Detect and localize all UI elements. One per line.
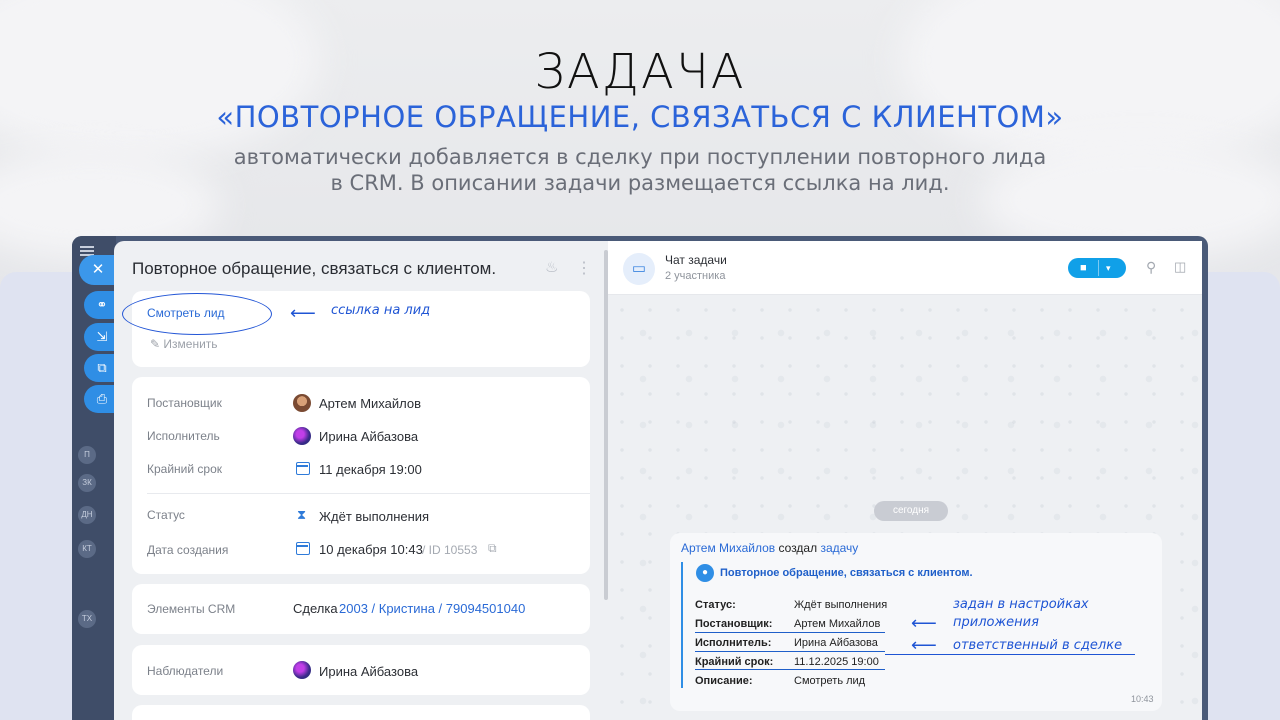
hourglass-icon: ⧗	[297, 507, 307, 522]
creator-value[interactable]: Артем Михайлов	[319, 396, 421, 411]
card-title[interactable]: Повторное обращение, связаться с клиенто…	[720, 567, 973, 579]
row-key: Постановщик:	[695, 618, 773, 630]
row-value: Смотреть лид	[794, 675, 866, 687]
deadline-label: Крайний срок	[147, 462, 223, 476]
chevron-down-icon: ▾	[1106, 263, 1111, 273]
calendar-edit-icon	[296, 542, 310, 555]
deadline-value[interactable]: 11 декабря 19:00	[319, 462, 422, 477]
message-task-link[interactable]: задачу	[820, 541, 858, 555]
crm-deal-link[interactable]: 2003 / Кристина / 79094501040	[339, 601, 525, 616]
more-icon[interactable]: ⋮	[576, 258, 592, 278]
row-value: Артем Михайлов	[794, 618, 881, 630]
pencil-icon: ✎	[150, 337, 164, 351]
more-box	[132, 705, 590, 720]
quote-bar	[681, 562, 683, 688]
divider	[147, 493, 590, 494]
arrow-icon: ⟵	[911, 635, 937, 655]
hero-description-line1: автоматически добавляется в сделку при п…	[233, 145, 1047, 169]
observers-label: Наблюдатели	[147, 664, 224, 678]
row-key: Статус:	[695, 599, 736, 611]
hero-description-line2: в CRM. В описании задачи размещается ссы…	[330, 171, 950, 195]
link-icon: ⚭	[96, 297, 108, 312]
status-value: Ждёт выполнения	[319, 509, 430, 524]
avatar	[293, 661, 311, 679]
task-id: / ID 10553	[422, 543, 478, 557]
status-label: Статус	[147, 508, 185, 522]
message-author[interactable]: Артем Михайлов	[681, 541, 775, 555]
calendar-icon	[296, 462, 310, 475]
crm-prefix: Сделка	[293, 601, 338, 616]
annotation-settings-1: задан в настройках	[953, 597, 1089, 612]
assignee-label: Исполнитель	[147, 429, 220, 443]
crm-label: Элементы CRM	[147, 602, 236, 616]
video-camera-icon: ■	[1080, 262, 1087, 274]
chat-title: Чат задачи	[665, 253, 727, 267]
chat-participants[interactable]: 2 участника	[665, 270, 725, 282]
download-icon: ⇲	[96, 329, 108, 344]
message-header: Артем Михайлов создал задачу	[681, 541, 858, 555]
underline	[695, 632, 885, 633]
row-key: Описание:	[695, 675, 753, 687]
arrow-icon: ⟵	[290, 303, 316, 323]
lead-highlight-ellipse	[122, 293, 272, 335]
message-action: создал	[778, 541, 818, 555]
print-icon: ⎙	[96, 391, 108, 406]
row-value: 11.12.2025 19:00	[794, 656, 879, 668]
close-button[interactable]: ✕	[79, 255, 117, 285]
row-key: Крайний срок:	[695, 656, 774, 668]
message-time: 10:43	[1131, 694, 1154, 704]
annotation-responsible: ответственный в сделке	[953, 638, 1123, 653]
sidebar-toggle-icon[interactable]: ◫	[1174, 259, 1186, 275]
copy-icon[interactable]: ⧉	[488, 541, 497, 556]
task-title: Повторное обращение, связаться с клиенто…	[132, 259, 497, 278]
chat-icon: ▭	[623, 253, 655, 285]
hero-title: ЗАДАЧА	[534, 44, 746, 100]
hero: ЗАДАЧА «ПОВТОРНОЕ ОБРАЩЕНИЕ, СВЯЗАТЬСЯ С…	[0, 44, 1280, 196]
video-call-button[interactable]: ■ ▾	[1068, 258, 1126, 278]
annotation-underline	[885, 654, 1135, 655]
created-label: Дата создания	[147, 543, 229, 557]
search-icon[interactable]: ⚲	[1146, 259, 1156, 276]
rail-item-5[interactable]: ТХ	[78, 610, 96, 628]
edit-button[interactable]: ✎ Изменить	[150, 337, 218, 351]
arrow-icon: ⟵	[911, 613, 937, 633]
flame-icon[interactable]: ♨	[545, 258, 558, 276]
annotation-settings-2: приложения	[953, 615, 1039, 630]
underline	[695, 651, 885, 652]
avatar	[293, 427, 311, 445]
external-link-icon: ⧉	[97, 360, 107, 375]
hero-subtitle: «ПОВТОРНОЕ ОБРАЩЕНИЕ, СВЯЗАТЬСЯ С КЛИЕНТ…	[216, 100, 1064, 134]
annotation-lead-link: ссылка на лид	[331, 303, 431, 318]
observer-value[interactable]: Ирина Айбазова	[319, 664, 418, 679]
rail-item-4[interactable]: КТ	[78, 540, 96, 558]
rail-item-1[interactable]: П	[78, 446, 96, 464]
user-icon: ●	[696, 564, 714, 582]
created-value: 10 декабря 10:43	[319, 542, 423, 557]
rail-item-3[interactable]: ДН	[78, 506, 96, 524]
underline	[695, 669, 885, 670]
row-value: Ждёт выполнения	[794, 599, 888, 611]
close-icon: ✕	[91, 261, 105, 278]
assignee-value[interactable]: Ирина Айбазова	[319, 429, 418, 444]
date-divider: сегодня	[874, 501, 948, 521]
avatar	[293, 394, 311, 412]
row-value: Ирина Айбазова	[794, 637, 878, 649]
edit-label: Изменить	[163, 337, 218, 351]
row-key: Исполнитель:	[695, 637, 772, 649]
creator-label: Постановщик	[147, 396, 222, 410]
rail-item-2[interactable]: ЗК	[78, 474, 96, 492]
